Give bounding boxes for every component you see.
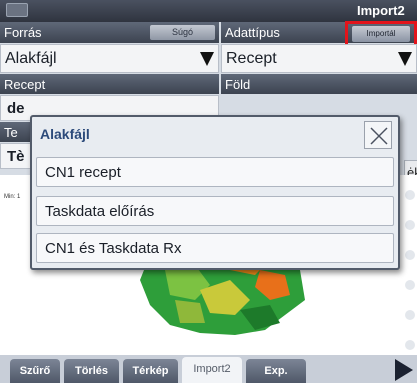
option-label: CN1 és Taskdata Rx	[45, 240, 182, 257]
bottom-tab-bar: Szűrő Törlés Térkép Import2 Exp.	[0, 355, 417, 383]
close-button[interactable]	[364, 121, 392, 149]
field-label: Föld	[225, 77, 251, 92]
datatype-label: Adattípus	[225, 25, 280, 40]
option-label: CN1 recept	[45, 164, 121, 181]
title-bar: Import2	[0, 0, 417, 22]
screen: Import2 Forrás Súgó Adattípus Importál A…	[0, 0, 417, 383]
tab-filter[interactable]: Szűrő	[10, 359, 60, 383]
source-select-value: Alakfájl	[5, 50, 57, 67]
row3-label: Te	[4, 125, 18, 140]
recipe-header: Recept	[0, 74, 219, 94]
recipe-label: Recept	[4, 77, 46, 92]
datatype-select[interactable]: Recept	[221, 44, 417, 73]
tab-map[interactable]: Térkép	[123, 359, 178, 383]
window-title: Import2	[357, 3, 405, 18]
option-taskdata-prescription[interactable]: Taskdata előírás	[36, 196, 394, 226]
tab-delete[interactable]: Törlés	[64, 359, 119, 383]
play-arrow-icon[interactable]	[395, 359, 413, 381]
option-cn1-and-taskdata-rx[interactable]: CN1 és Taskdata Rx	[36, 233, 394, 263]
shapefile-dialog: Alakfájl CN1 recept Taskdata előírás CN1…	[30, 115, 400, 270]
tab-export[interactable]: Exp.	[246, 359, 306, 383]
dropdown-arrow-icon	[200, 52, 214, 66]
option-cn1-recipe[interactable]: CN1 recept	[36, 157, 394, 187]
close-icon	[370, 127, 388, 145]
source-header: Forrás Súgó	[0, 22, 219, 43]
row3-value: Tè	[7, 148, 25, 165]
field-header: Föld	[221, 74, 417, 94]
recipe-value: de	[7, 100, 25, 117]
source-label: Forrás	[4, 25, 42, 40]
app-icon	[6, 3, 28, 17]
dropdown-arrow-icon	[398, 52, 412, 66]
tab-import2[interactable]: Import2	[182, 357, 242, 383]
dialog-title: Alakfájl	[40, 126, 90, 142]
source-select[interactable]: Alakfájl	[0, 44, 219, 73]
map-scroll-indicator	[405, 190, 415, 350]
help-button[interactable]: Súgó	[150, 25, 215, 40]
datatype-select-value: Recept	[226, 50, 277, 67]
option-label: Taskdata előírás	[45, 203, 155, 220]
